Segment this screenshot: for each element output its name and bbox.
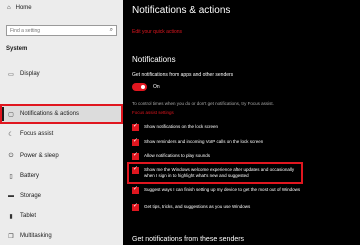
sidebar-item-label: Multitasking bbox=[20, 233, 52, 239]
battery-icon: ▯ bbox=[9, 173, 13, 180]
storage-icon: ▬ bbox=[8, 193, 14, 199]
section-title: Notifications bbox=[132, 55, 176, 64]
sidebar-item-notifications[interactable]: ▢ Notifications & actions bbox=[0, 104, 123, 124]
display-icon: ▭ bbox=[8, 71, 14, 78]
sidebar-item-label: Focus assist bbox=[20, 131, 54, 137]
tablet-icon: ▮ bbox=[9, 213, 13, 220]
checkbox-checked[interactable] bbox=[132, 152, 139, 160]
checkbox-row[interactable]: Show notifications on the lock screen bbox=[132, 123, 352, 131]
search-box[interactable]: ⌕ bbox=[6, 25, 117, 36]
moon-icon: ☾ bbox=[8, 131, 14, 138]
checkbox-row[interactable]: Get tips, tricks, and suggestions as you… bbox=[132, 203, 352, 211]
sidebar-item-label: Storage bbox=[20, 193, 42, 199]
sidebar-item-focus-assist[interactable]: ☾ Focus assist bbox=[0, 124, 123, 144]
page-title: Notifications & actions bbox=[132, 5, 231, 16]
checkbox-checked[interactable] bbox=[132, 123, 139, 131]
senders-section-title: Get notifications from these senders bbox=[132, 236, 245, 243]
sidebar-item-power-sleep[interactable]: ⏻ Power & sleep bbox=[0, 146, 123, 166]
home-nav[interactable]: ⌂ Home bbox=[7, 5, 32, 11]
settings-main: Notifications & actions Edit your quick … bbox=[123, 0, 360, 245]
home-icon: ⌂ bbox=[7, 5, 11, 11]
checkbox-row[interactable]: Show reminders and incoming VoIP calls o… bbox=[132, 138, 352, 146]
checkbox-row[interactable]: Allow notifications to play sounds bbox=[132, 152, 352, 160]
focus-assist-settings-link[interactable]: Focus assist settings bbox=[132, 110, 174, 115]
checkbox-label: Suggest ways I can finish setting up my … bbox=[144, 187, 301, 192]
checkbox-label: Show notifications on the lock screen bbox=[144, 124, 219, 129]
checkbox-checked[interactable] bbox=[132, 186, 139, 194]
power-icon: ⏻ bbox=[8, 152, 14, 159]
section-label: System bbox=[6, 46, 28, 52]
search-icon[interactable]: ⌕ bbox=[110, 27, 113, 33]
toggle-state-label: On bbox=[153, 84, 160, 90]
sidebar-item-label: Power & sleep bbox=[20, 153, 59, 159]
sidebar-item-tablet[interactable]: ▮ Tablet bbox=[0, 206, 123, 226]
sidebar-item-multitasking[interactable]: ❐ Multitasking bbox=[0, 226, 123, 245]
checkbox-label: Show me the Windows welcome experience a… bbox=[144, 167, 295, 178]
multitasking-icon: ❐ bbox=[8, 233, 14, 240]
sidebar-item-label: Display bbox=[20, 71, 40, 77]
checkbox-row[interactable]: Suggest ways I can finish setting up my … bbox=[132, 186, 332, 194]
sidebar-item-storage[interactable]: ▬ Storage bbox=[0, 186, 123, 206]
search-input[interactable] bbox=[10, 28, 102, 34]
checkbox-checked[interactable] bbox=[132, 166, 139, 174]
checkbox-label: Show reminders and incoming VoIP calls o… bbox=[144, 139, 264, 144]
sidebar-item-label: Notifications & actions bbox=[20, 111, 80, 117]
get-notifications-label: Get notifications from apps and other se… bbox=[132, 72, 234, 78]
edit-quick-actions-link[interactable]: Edit your quick actions bbox=[132, 29, 182, 35]
sidebar-item-display[interactable]: ▭ Display bbox=[0, 64, 123, 84]
notifications-toggle[interactable] bbox=[132, 83, 147, 91]
checkbox-label: Allow notifications to play sounds bbox=[144, 153, 211, 158]
sidebar-item-battery[interactable]: ▯ Battery bbox=[0, 166, 123, 186]
notifications-icon: ▢ bbox=[8, 111, 14, 118]
home-label: Home bbox=[15, 5, 32, 11]
checkbox-checked[interactable] bbox=[132, 203, 139, 211]
settings-sidebar: ⌂ Home ⌕ System ▭ Display ▢ Notification… bbox=[0, 0, 123, 245]
sidebar-item-label: Battery bbox=[20, 173, 40, 179]
focus-assist-info: To control times when you do or don't ge… bbox=[132, 101, 274, 106]
checkbox-checked[interactable] bbox=[132, 138, 139, 146]
checkbox-row[interactable]: Show me the Windows welcome experience a… bbox=[132, 166, 302, 179]
sidebar-item-label: Tablet bbox=[20, 213, 37, 219]
checkbox-label: Get tips, tricks, and suggestions as you… bbox=[144, 204, 251, 209]
